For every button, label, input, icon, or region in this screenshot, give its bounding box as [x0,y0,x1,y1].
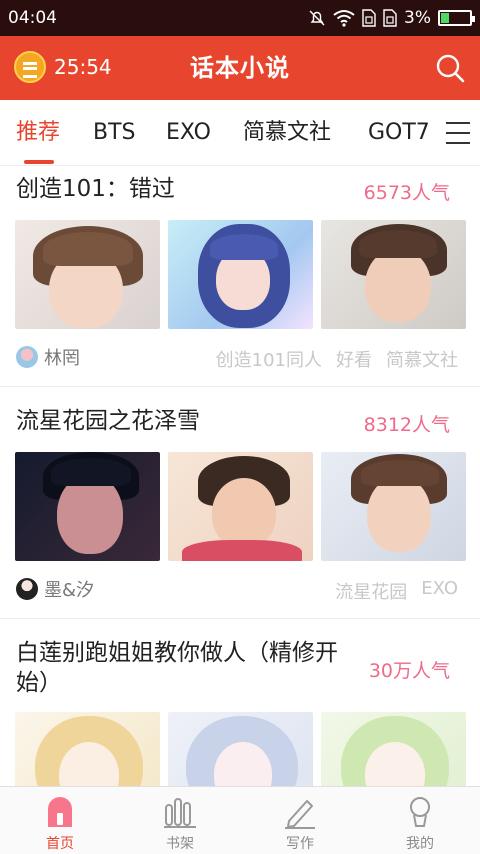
tab-bts[interactable]: BTS [93,100,136,166]
cover-image [168,712,313,786]
author-name: 林罔 [44,348,80,369]
author-avatar [16,578,38,600]
nav-label: 首页 [46,836,74,852]
bottom-navigation: 首页 书架 写作 我的 [0,786,480,854]
nav-bookshelf[interactable]: 书架 [120,787,240,854]
cover-image [321,220,466,329]
divider [0,386,480,387]
nav-label: 书架 [166,836,194,852]
cover-image [321,452,466,561]
category-tabs: 推荐 BTS EXO 简慕文社 GOT7 [0,100,480,166]
tab-jianmu[interactable]: 简慕文社 [243,100,331,166]
home-icon [48,797,72,827]
battery-icon [438,10,475,26]
mute-bell-icon [309,10,325,26]
author-avatar [16,346,38,368]
tab-exo[interactable]: EXO [166,100,211,166]
story-popularity: 8312人气 [363,414,450,436]
story-popularity: 30万人气 [368,660,450,682]
cover-image [15,452,160,561]
nav-write[interactable]: 写作 [240,787,360,854]
story-tag[interactable]: 流星花园 [335,578,407,604]
app-header: 25:54 话本小说 [0,36,480,100]
sim-card-2-icon [383,9,397,27]
wifi-icon [333,10,355,27]
status-time: 04:04 [8,8,57,28]
cover-image [168,452,313,561]
tab-recommend[interactable]: 推荐 [16,100,60,166]
story-author[interactable]: 墨&汐 [16,576,94,602]
cover-image [15,712,160,786]
active-tab-indicator [24,160,54,164]
story-title: 创造101：错过 [16,176,175,202]
cover-image [321,712,466,786]
nav-home[interactable]: 首页 [0,787,120,854]
story-covers [15,452,466,561]
app-title: 话本小说 [190,54,290,82]
nav-profile[interactable]: 我的 [360,787,480,854]
cover-image [168,220,313,329]
story-covers [15,220,466,329]
pen-icon [285,800,315,829]
search-icon[interactable] [434,52,466,84]
profile-icon [410,797,430,827]
story-covers [15,712,466,786]
story-tags: 流星花园 EXO [335,578,458,604]
hamburger-menu-icon[interactable] [446,122,470,144]
nav-label: 我的 [406,836,434,852]
story-feed: 创造101：错过 6573人气 林罔 创造101同人 好看 简慕文社 流星花园之… [0,166,480,786]
story-tags: 创造101同人 好看 简慕文社 [216,346,458,372]
story-tag[interactable]: 好看 [336,346,372,372]
battery-percent: 3% [404,8,431,28]
author-name: 墨&汐 [44,580,95,601]
story-tag[interactable]: EXO [421,578,458,604]
tab-got7[interactable]: GOT7 [368,100,430,166]
story-author[interactable]: 林罔 [16,344,80,370]
status-bar: 04:04 3% [0,0,480,36]
nav-label: 写作 [286,836,314,852]
story-title: 流星花园之花泽雪 [16,408,200,434]
divider [0,618,480,619]
story-tag[interactable]: 简慕文社 [386,346,458,372]
bookshelf-icon [164,798,196,828]
cover-image [15,220,160,329]
story-tag[interactable]: 创造101同人 [216,346,322,372]
story-title: 白莲别跑姐姐教你做人（精修开始） [16,640,338,696]
sim-card-icon [362,9,376,27]
story-popularity: 6573人气 [363,182,450,204]
